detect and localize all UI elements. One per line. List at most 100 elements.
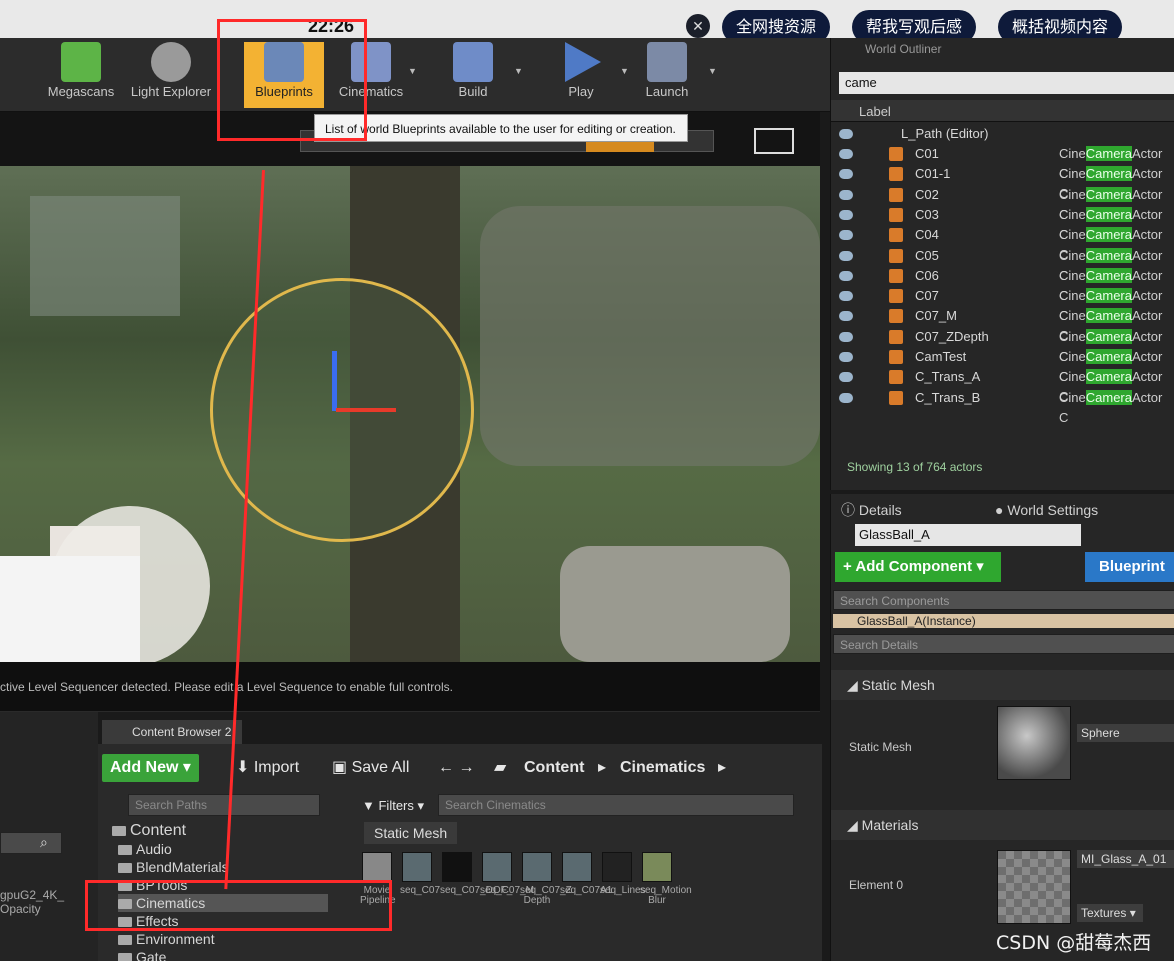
eye-icon[interactable] bbox=[839, 189, 853, 200]
tab-details[interactable]: ⓘ Details bbox=[841, 498, 902, 522]
outliner-row[interactable]: C07_M CineCameraActor C bbox=[831, 306, 1174, 343]
asset-seq-lines[interactable]: seq_Lines bbox=[600, 852, 646, 896]
search-assets-input[interactable]: Search Cinematics bbox=[438, 794, 794, 816]
outliner-row[interactable]: C07_ZDepth CineCameraActor C bbox=[831, 327, 1174, 364]
eye-icon[interactable] bbox=[839, 169, 853, 180]
camera-icon bbox=[889, 248, 903, 263]
eye-icon[interactable] bbox=[839, 270, 853, 281]
outliner-row[interactable]: C01-1 CineCameraActor C bbox=[831, 164, 1174, 201]
white-block bbox=[0, 556, 140, 662]
asset-seq-motion-blur[interactable]: seq_Motion Blur bbox=[640, 852, 692, 906]
build-button[interactable]: Build bbox=[428, 42, 518, 108]
stone-stairs bbox=[30, 196, 180, 316]
import-button[interactable]: ⬇ Import bbox=[236, 754, 299, 782]
megascans-button[interactable]: Megascans bbox=[36, 42, 126, 108]
asset-seq-c07[interactable]: seq_C07 bbox=[400, 852, 440, 896]
material-value[interactable]: MI_Glass_A_01 bbox=[1077, 850, 1174, 868]
asset-label: gpuG2_4K_ Opacity bbox=[0, 888, 65, 916]
layout-icon[interactable] bbox=[754, 128, 794, 154]
outliner-row[interactable]: C03 CineCameraActor C bbox=[831, 205, 1174, 242]
left-search-input[interactable] bbox=[0, 832, 62, 854]
eye-icon[interactable] bbox=[839, 129, 853, 139]
filters-button[interactable]: ▼ Filters ▾ bbox=[362, 792, 424, 820]
outliner-row[interactable]: C06 CineCameraActor C bbox=[831, 266, 1174, 303]
world-outliner: World Outliner came Label L_Path (Editor… bbox=[830, 38, 1174, 490]
object-name-input[interactable]: GlassBall_A bbox=[855, 524, 1081, 546]
textures-dropdown[interactable]: Textures ▾ bbox=[1077, 904, 1143, 922]
light-explorer-button[interactable]: Light Explorer bbox=[126, 42, 216, 108]
eye-icon[interactable] bbox=[839, 149, 853, 159]
tree-blendmaterials[interactable]: BlendMaterials bbox=[118, 858, 229, 876]
eye-icon[interactable] bbox=[839, 331, 853, 342]
outliner-row[interactable]: C05 CineCameraActor C bbox=[831, 246, 1174, 283]
outliner-column-header[interactable]: Label bbox=[831, 100, 1174, 122]
level-viewport[interactable] bbox=[0, 166, 820, 662]
tree-audio[interactable]: Audio bbox=[118, 840, 172, 858]
mesh-value[interactable]: Sphere bbox=[1077, 724, 1174, 742]
chevron-down-icon[interactable]: ▼ bbox=[408, 66, 417, 76]
outliner-row[interactable]: C_Trans_A CineCameraActor C bbox=[831, 367, 1174, 404]
folder-icon bbox=[118, 935, 132, 946]
folder-icon bbox=[118, 845, 132, 856]
tree-gate[interactable]: Gate bbox=[118, 948, 166, 961]
save-all-button[interactable]: ▣ Save All bbox=[332, 754, 409, 782]
path-content[interactable]: Content bbox=[524, 754, 584, 782]
chevron-down-icon[interactable]: ▼ bbox=[708, 66, 717, 76]
search-components-input[interactable]: Search Components bbox=[833, 590, 1174, 610]
add-component-button[interactable]: + Add Component ▾ bbox=[835, 552, 1001, 582]
gizmo-x-axis[interactable] bbox=[336, 408, 396, 412]
eye-icon[interactable] bbox=[839, 209, 853, 220]
chevron-down-icon[interactable]: ▼ bbox=[514, 66, 523, 76]
blueprints-tooltip: List of world Blueprints available to th… bbox=[314, 114, 688, 142]
eye-icon[interactable] bbox=[839, 352, 853, 362]
material-thumbnail[interactable] bbox=[997, 850, 1071, 924]
close-icon[interactable]: ✕ bbox=[686, 14, 710, 38]
eye-icon[interactable] bbox=[839, 230, 853, 241]
eye-icon[interactable] bbox=[839, 372, 853, 383]
eye-icon[interactable] bbox=[839, 291, 853, 302]
gizmo-z-axis[interactable] bbox=[332, 351, 337, 411]
outliner-row[interactable]: C07 CineCameraActor C bbox=[831, 286, 1174, 323]
asset-seq-c07-dof[interactable]: seq_C07_DOF_ bbox=[440, 852, 512, 896]
outliner-row[interactable]: C01 CineCameraActor C bbox=[831, 144, 1174, 181]
tree-environment[interactable]: Environment bbox=[118, 930, 215, 948]
tab-world-settings[interactable]: ● World Settings bbox=[995, 498, 1098, 522]
eye-icon[interactable] bbox=[839, 250, 853, 261]
static-mesh-filter[interactable]: Static Mesh bbox=[364, 822, 458, 844]
asset-seq-c07-m[interactable]: seq_C07_M bbox=[480, 852, 534, 896]
outliner-search-input[interactable]: came bbox=[839, 72, 1174, 94]
eye-icon[interactable] bbox=[839, 311, 853, 322]
watermark: CSDN @甜莓杰西 bbox=[996, 932, 1152, 954]
outliner-row[interactable]: CamTest CineCameraActor C bbox=[831, 347, 1174, 384]
add-new-button[interactable]: Add New ▾ bbox=[102, 754, 199, 782]
top-bar: 22:26 ✕ 全网搜资源 帮我写观后感 概括视频内容 bbox=[0, 0, 1174, 44]
outliner-row[interactable]: C04 CineCameraActor C bbox=[831, 225, 1174, 262]
path-cinematics[interactable]: Cinematics bbox=[620, 754, 705, 782]
section-static-mesh[interactable]: ◢ Static Mesh bbox=[831, 670, 1174, 700]
search-paths-input[interactable]: Search Paths bbox=[128, 794, 320, 816]
content-browser-tab[interactable]: Content Browser 2 bbox=[102, 720, 242, 744]
blueprint-button[interactable]: Blueprint bbox=[1085, 552, 1174, 582]
asset-seq-c07a1[interactable]: seq_C07A1 bbox=[560, 852, 612, 896]
actor-name: C_Trans_A bbox=[915, 369, 981, 385]
outliner-row[interactable]: C02 CineCameraActor C bbox=[831, 185, 1174, 222]
outliner-root[interactable]: L_Path (Editor) bbox=[831, 124, 1174, 144]
instance-row[interactable]: GlassBall_A(Instance) bbox=[833, 614, 1174, 628]
eye-icon[interactable] bbox=[839, 392, 853, 403]
section-materials[interactable]: ◢ Materials bbox=[831, 810, 1174, 840]
annotation-box-blueprints bbox=[217, 19, 367, 141]
annotation-box-cinematics bbox=[85, 880, 392, 931]
asset-seq-c07-zdepth[interactable]: seq_C07_Z Depth bbox=[520, 852, 572, 906]
actor-name: C07 bbox=[915, 288, 939, 304]
search-icon[interactable]: ⌕ bbox=[40, 834, 48, 851]
play-button[interactable]: Play bbox=[536, 42, 626, 108]
outliner-row[interactable]: C_Trans_B CineCameraActor C bbox=[831, 388, 1174, 425]
launch-button[interactable]: Launch bbox=[622, 42, 712, 108]
tree-content[interactable]: Content bbox=[112, 822, 186, 840]
camera-icon bbox=[889, 329, 903, 344]
app-root: 22:26 ✕ 全网搜资源 帮我写观后感 概括视频内容 Megascans Li… bbox=[0, 0, 1174, 961]
sphere-thumbnail[interactable] bbox=[997, 706, 1071, 780]
search-details-input[interactable]: Search Details bbox=[833, 634, 1174, 654]
back-arrow-icon[interactable]: ← → bbox=[438, 754, 474, 782]
folder-icon: ▰ bbox=[494, 759, 507, 776]
